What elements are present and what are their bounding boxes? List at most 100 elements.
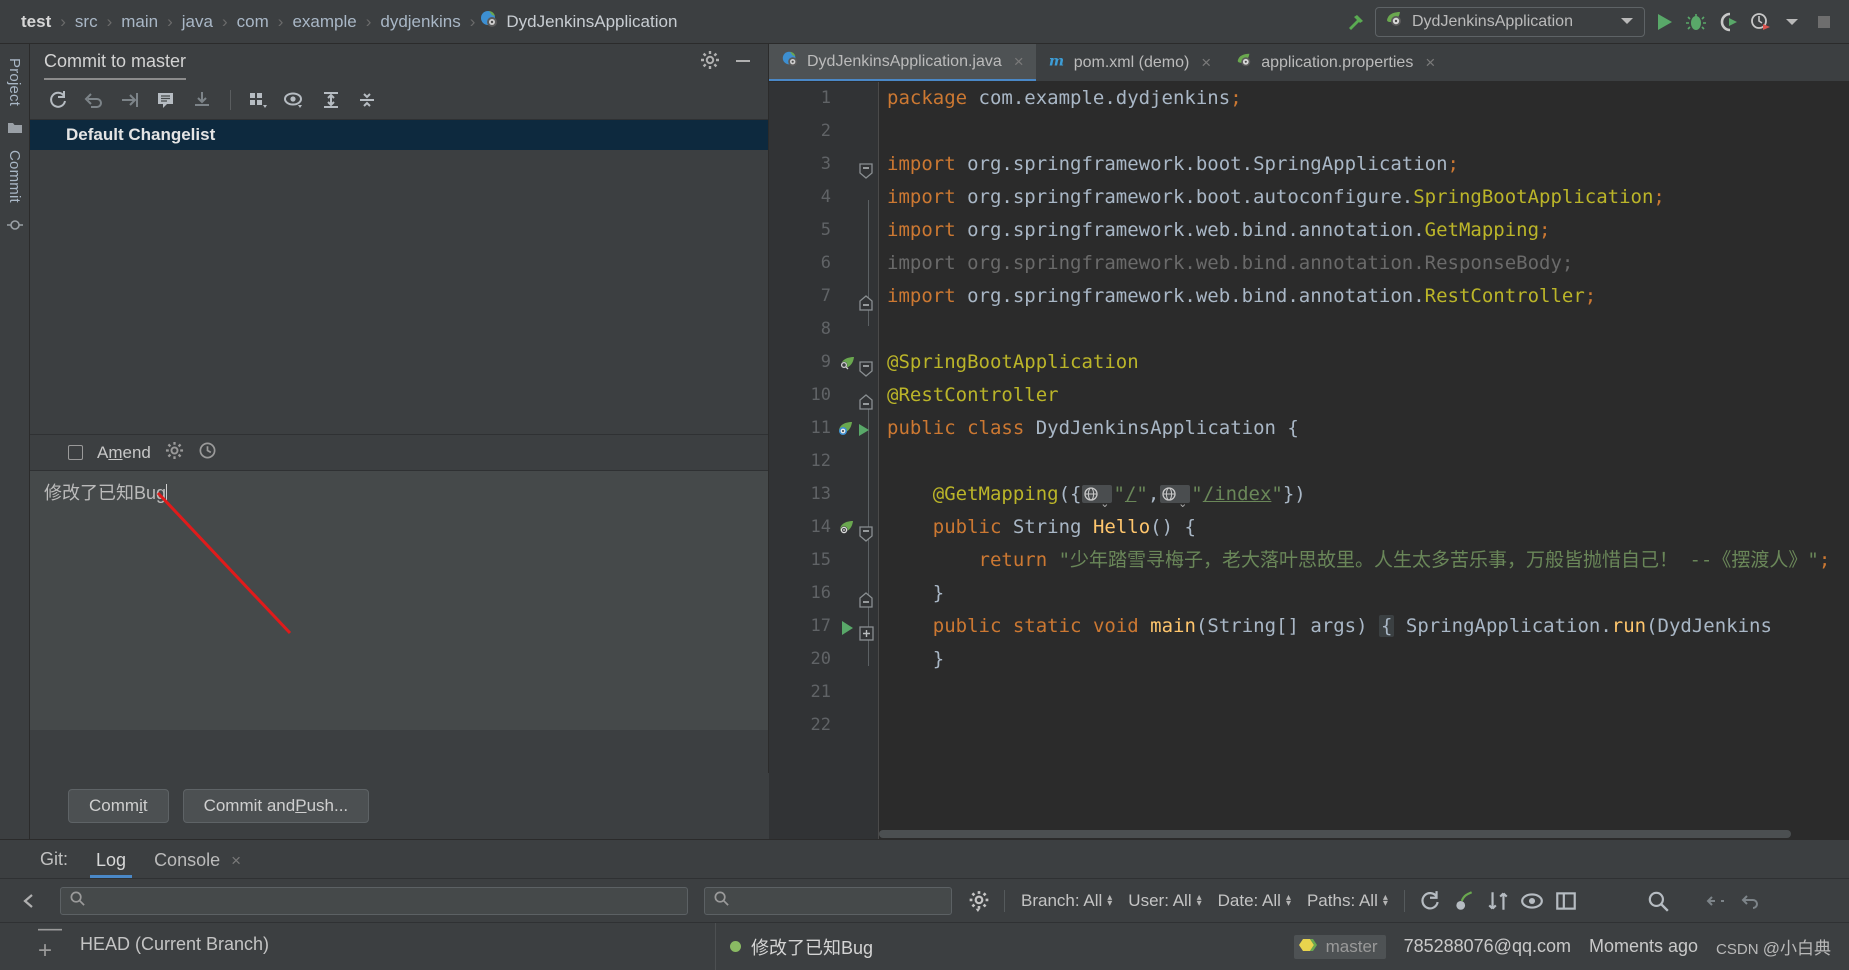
- amend-checkbox[interactable]: [68, 445, 83, 460]
- fold-region-start-icon[interactable]: [859, 157, 873, 179]
- code-line[interactable]: 3 import org.springframework.boot.SpringA…: [769, 148, 1849, 181]
- search-icon[interactable]: [1641, 886, 1675, 916]
- breadcrumb-item-1[interactable]: src: [70, 12, 103, 32]
- breadcrumb-item-2[interactable]: main: [116, 12, 163, 32]
- code-line[interactable]: 7 import org.springframework.web.bind.ann…: [769, 280, 1849, 313]
- gear-icon[interactable]: [700, 50, 720, 75]
- tab-console[interactable]: Console ×: [140, 850, 255, 878]
- editor-horizontal-scrollbar[interactable]: [879, 829, 1849, 839]
- commit-row[interactable]: 修改了已知Bug master 785288076@qq.com Moments…: [716, 923, 1849, 970]
- tab-dydjenkinsapplication-java[interactable]: DydJenkinsApplication.java ×: [769, 44, 1036, 81]
- collapse-panel-icon[interactable]: [6, 891, 52, 911]
- breadcrumb-item-4[interactable]: com: [232, 12, 274, 32]
- code-line[interactable]: 15 return "少年踏雪寻梅子，老大落叶思故里。人生太多苦乐事，万般皆抛惜…: [769, 544, 1849, 577]
- commit-button[interactable]: Comm i t: [68, 789, 169, 823]
- update-icon[interactable]: [186, 86, 218, 114]
- fold-region-start-icon[interactable]: [859, 355, 873, 377]
- refresh-icon[interactable]: [42, 86, 74, 114]
- undo-icon[interactable]: [1733, 886, 1767, 916]
- filter-user[interactable]: User: All ▴ ▾: [1120, 891, 1209, 911]
- fold-region-end-icon[interactable]: [859, 388, 873, 410]
- branch-head-row[interactable]: HEAD (Current Branch): [80, 923, 715, 965]
- changelist-row[interactable]: Default Changelist: [30, 120, 768, 150]
- collapse-icon[interactable]: [1699, 886, 1733, 916]
- spring-bean-icon[interactable]: [837, 352, 857, 372]
- code-line[interactable]: 14 public String Hello() {: [769, 511, 1849, 544]
- breadcrumb-item-0[interactable]: test: [16, 12, 56, 32]
- sort-icon[interactable]: [1481, 886, 1515, 916]
- code-line[interactable]: 17 public static void main(String[] args…: [769, 610, 1849, 643]
- code-line[interactable]: 22: [769, 709, 1849, 742]
- annotate-icon[interactable]: [150, 86, 182, 114]
- breadcrumb-item-5[interactable]: example: [287, 12, 361, 32]
- folded-code-placeholder[interactable]: {: [1378, 615, 1395, 637]
- tab-log[interactable]: Log: [82, 850, 140, 878]
- spring-run-icons[interactable]: [837, 418, 879, 438]
- url-mapping-icon[interactable]: ⌄: [1082, 485, 1113, 510]
- commit-message-editor[interactable]: 修改了已知Bug: [30, 470, 768, 730]
- close-icon[interactable]: ×: [1201, 53, 1211, 73]
- cherry-pick-icon[interactable]: [1447, 886, 1481, 916]
- hammer-build-icon[interactable]: [1343, 9, 1369, 35]
- code-line[interactable]: 4 import org.springframework.boot.autocon…: [769, 181, 1849, 214]
- gear-icon[interactable]: [165, 441, 184, 465]
- code-line[interactable]: 10 @RestController: [769, 379, 1849, 412]
- show-diff-icon[interactable]: [114, 86, 146, 114]
- code-line[interactable]: 20 }: [769, 643, 1849, 676]
- stop-icon[interactable]: [1811, 9, 1837, 35]
- close-icon[interactable]: ×: [1014, 52, 1024, 72]
- group-by-icon[interactable]: [243, 86, 275, 114]
- code-line[interactable]: 9 @SpringBootApplication: [769, 346, 1849, 379]
- log-search-input[interactable]: [60, 886, 688, 915]
- spring-mapping-icon[interactable]: [837, 517, 857, 537]
- preview-icon[interactable]: [279, 86, 311, 114]
- run-configuration-selector[interactable]: DydJenkinsApplication: [1375, 6, 1645, 37]
- code-line[interactable]: 1 package com.example.dydjenkins;: [769, 82, 1849, 115]
- code-editor[interactable]: 1 package com.example.dydjenkins; 2 3 import…: [769, 82, 1849, 839]
- filter-paths[interactable]: Paths: All ▴ ▾: [1299, 891, 1396, 911]
- debug-icon[interactable]: [1683, 9, 1709, 35]
- breadcrumb-item-3[interactable]: java: [177, 12, 218, 32]
- rollback-icon[interactable]: [78, 86, 110, 114]
- profiler-icon[interactable]: [1747, 9, 1773, 35]
- scrollbar-thumb[interactable]: [879, 830, 1791, 838]
- code-line[interactable]: 2: [769, 115, 1849, 148]
- run-with-coverage-icon[interactable]: [1715, 9, 1741, 35]
- branch-ref-badge[interactable]: master: [1293, 934, 1386, 959]
- fold-region-start-icon[interactable]: [859, 520, 873, 542]
- code-line[interactable]: 5 import org.springframework.web.bind.ann…: [769, 214, 1849, 247]
- url-mapping-icon[interactable]: ⌄: [1160, 485, 1191, 510]
- close-icon[interactable]: ×: [1425, 53, 1435, 73]
- history-icon[interactable]: [198, 441, 217, 465]
- code-line[interactable]: 8: [769, 313, 1849, 346]
- filter-date[interactable]: Date: All ▴ ▾: [1210, 891, 1299, 911]
- plus-icon[interactable]: +: [38, 937, 52, 965]
- code-line[interactable]: 16 }: [769, 577, 1849, 610]
- commit-search-input[interactable]: [704, 886, 952, 915]
- refresh-icon[interactable]: [1413, 886, 1447, 916]
- sidebar-item-commit[interactable]: Commit: [6, 144, 23, 209]
- open-tab-icon[interactable]: [1549, 886, 1583, 916]
- breadcrumb-file[interactable]: DydJenkinsApplication: [479, 9, 677, 34]
- fold-expand-icon[interactable]: [859, 619, 874, 641]
- close-icon[interactable]: ×: [231, 851, 241, 870]
- tab-application-properties[interactable]: application.properties ×: [1223, 44, 1447, 81]
- run-method-icon[interactable]: [837, 616, 857, 636]
- fold-region-end-icon[interactable]: [859, 289, 873, 311]
- commit-and-push-button[interactable]: Commit and Push...: [182, 789, 370, 823]
- chevron-down-icon[interactable]: [1779, 9, 1805, 35]
- changes-list-area[interactable]: [30, 150, 768, 434]
- expand-all-icon[interactable]: [315, 86, 347, 114]
- run-icon[interactable]: [1651, 9, 1677, 35]
- chevron-down-icon[interactable]: [1620, 13, 1634, 31]
- tab-pom-xml[interactable]: m pom.xml (demo) ×: [1036, 44, 1224, 81]
- filter-branch[interactable]: Branch: All ▴ ▾: [1013, 891, 1120, 911]
- gear-icon[interactable]: [962, 886, 996, 916]
- breadcrumb-item-6[interactable]: dydjenkins: [375, 12, 465, 32]
- code-line[interactable]: 12: [769, 445, 1849, 478]
- minimize-icon[interactable]: [732, 50, 754, 75]
- fold-region-end-icon[interactable]: [859, 586, 873, 608]
- code-line[interactable]: 6 import org.springframework.web.bind.ann…: [769, 247, 1849, 280]
- collapse-all-icon[interactable]: [351, 86, 383, 114]
- sidebar-item-project[interactable]: Project: [6, 52, 23, 112]
